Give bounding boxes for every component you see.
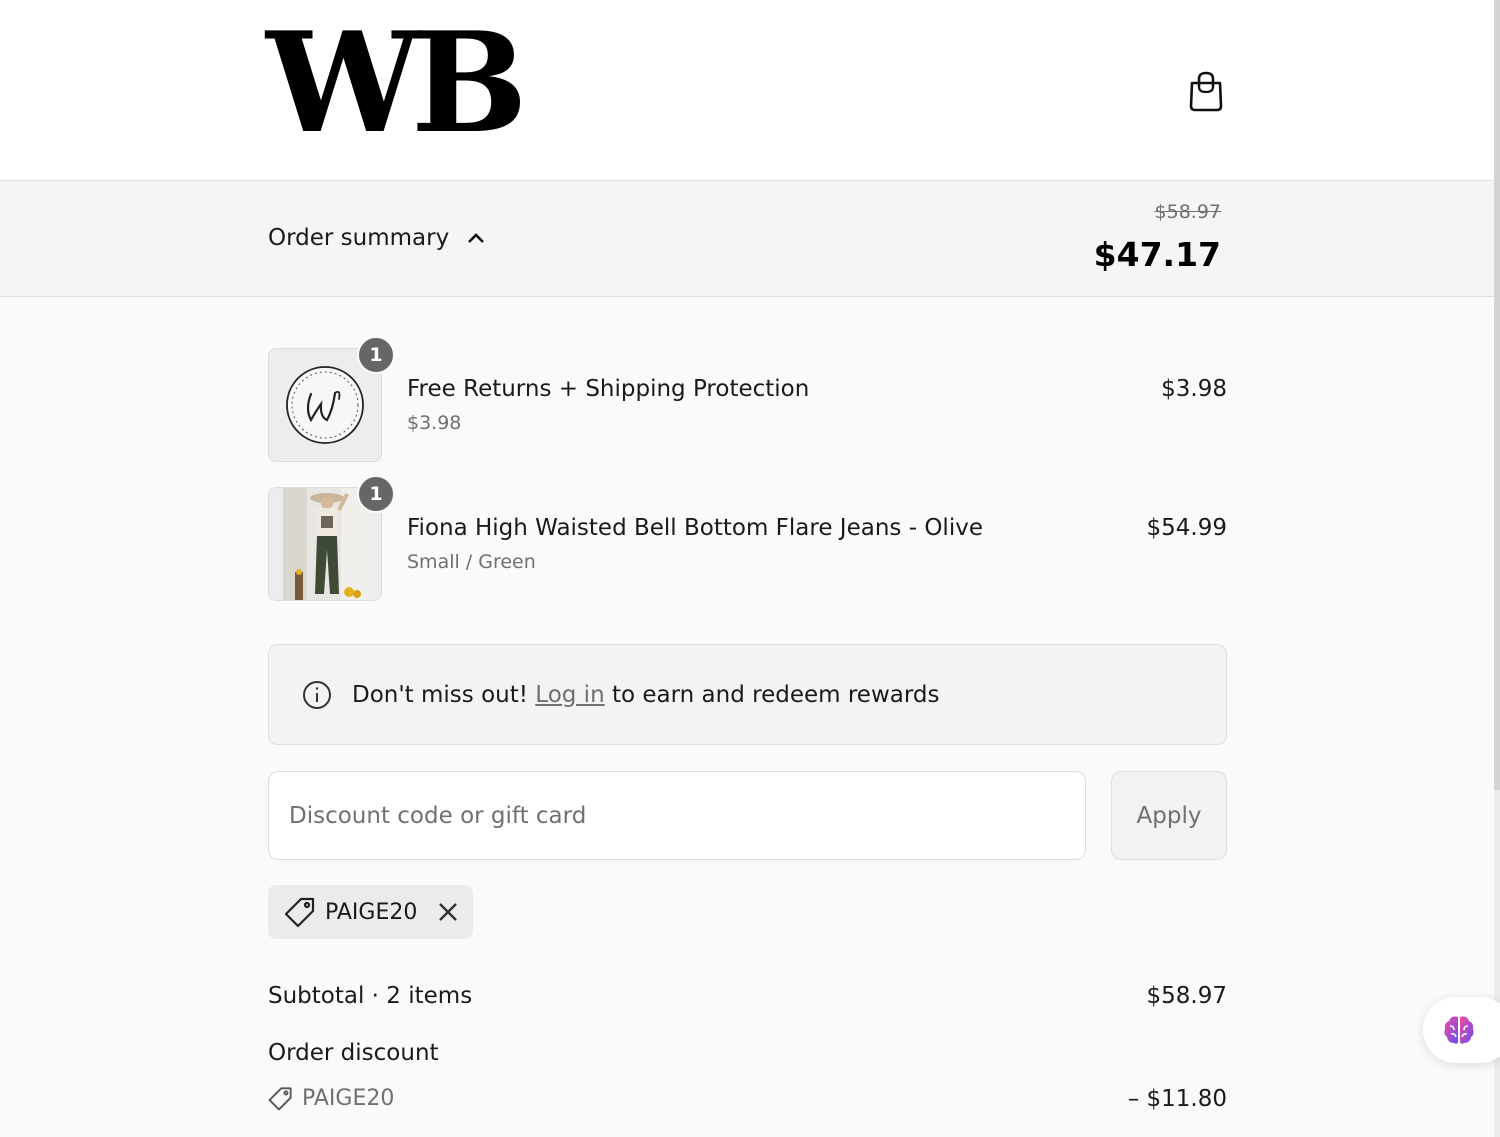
rewards-banner: Don't miss out! Log in to earn and redee… (268, 644, 1227, 745)
order-summary-toggle[interactable]: Order summary (268, 225, 485, 251)
rewards-text-after: to earn and redeem rewards (604, 681, 940, 708)
rewards-text-before: Don't miss out! (352, 681, 536, 708)
item-variant: $3.98 (407, 412, 462, 434)
applied-code: PAIGE20 (325, 899, 418, 925)
quantity-badge: 1 (357, 336, 395, 374)
brain-icon (1444, 1016, 1474, 1044)
item-price: $3.98 (1161, 376, 1227, 402)
shopping-bag-icon[interactable] (1186, 70, 1226, 112)
line-item: 1 Fiona High Waisted Bell Bottom Flare J… (268, 475, 1227, 601)
item-title: Free Returns + Shipping Protection (407, 376, 810, 402)
applied-discount-chip: PAIGE20 (268, 885, 473, 939)
assistant-widget-button[interactable] (1423, 997, 1500, 1063)
order-discount-value: – $11.80 (1127, 1086, 1227, 1112)
line-item: 1 Free Returns + Shipping Protection $3.… (268, 336, 1227, 462)
info-icon (303, 680, 331, 709)
item-variant: Small / Green (407, 551, 536, 573)
tag-icon (284, 897, 315, 928)
order-discount-code: PAIGE20 (268, 1086, 394, 1111)
tag-icon (268, 1087, 292, 1111)
apply-button[interactable]: Apply (1111, 771, 1227, 860)
login-link[interactable]: Log in (535, 682, 604, 708)
close-icon[interactable] (437, 901, 459, 923)
original-total: $58.97 (1154, 201, 1221, 223)
store-logo[interactable]: WB (266, 14, 528, 152)
subtotal-label: Subtotal · 2 items (268, 983, 473, 1009)
subtotal-value: $58.97 (1146, 983, 1227, 1009)
quantity-badge: 1 (357, 475, 395, 513)
scrollbar-thumb[interactable] (1494, 0, 1500, 790)
site-header: WB (0, 0, 1494, 181)
product-thumbnail: 1 (268, 475, 395, 601)
item-title: Fiona High Waisted Bell Bottom Flare Jea… (407, 515, 983, 541)
order-total: $47.17 (1093, 235, 1221, 274)
order-summary-label: Order summary (268, 225, 450, 251)
product-thumbnail: 1 (268, 336, 395, 462)
order-discount-code-text: PAIGE20 (302, 1086, 395, 1111)
chevron-up-icon (468, 233, 485, 243)
order-summary-bar: Order summary $58.97 $47.17 (0, 181, 1494, 297)
rewards-message: Don't miss out! Log in to earn and redee… (352, 682, 939, 708)
order-discount-label: Order discount (268, 1040, 439, 1066)
product-photo (283, 488, 369, 600)
discount-code-input[interactable] (268, 771, 1086, 860)
item-price: $54.99 (1146, 515, 1227, 541)
